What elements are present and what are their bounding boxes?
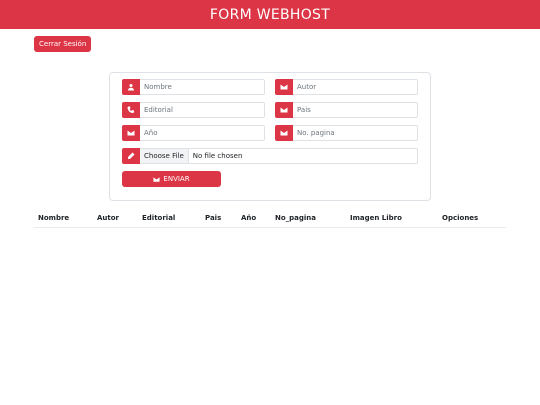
table-header: Nombre Autor Editorial Pais Año No_pagin… [34,210,506,228]
file-status: No file chosen [192,152,243,160]
column-header-anio: Año [241,214,257,222]
column-header-imagen-libro: Imagen Libro [350,214,402,222]
no-pagina-input[interactable] [293,125,418,141]
phone-icon [122,102,140,118]
nombre-group [122,79,265,95]
column-header-opciones: Opciones [442,214,479,222]
submit-button[interactable]: ENVIAR [122,171,221,187]
submit-label: ENVIAR [163,175,190,183]
choose-file-button[interactable]: Choose File [140,149,189,163]
pais-input[interactable] [293,102,418,118]
column-header-autor: Autor [97,214,120,222]
envelope-icon [153,176,160,182]
pais-group [275,102,418,118]
column-header-pais: Pais [205,214,222,222]
nombre-input[interactable] [140,79,265,95]
autor-input[interactable] [293,79,418,95]
editorial-input[interactable] [140,102,265,118]
anio-group [122,125,265,141]
no-pagina-group [275,125,418,141]
navbar: FORM WEBHOST [0,0,540,29]
navbar-brand[interactable]: FORM WEBHOST [210,7,330,23]
column-header-editorial: Editorial [142,214,176,222]
file-input[interactable]: Choose File No file chosen [140,148,418,164]
pencil-icon [122,148,140,164]
anio-input[interactable] [140,125,265,141]
envelope-icon [122,125,140,141]
envelope-icon [275,102,293,118]
column-header-no-pagina: No_pagina [275,214,317,222]
logout-button[interactable]: Cerrar Sesión [34,36,92,52]
imagen-group: Choose File No file chosen [122,148,418,164]
envelope-icon [275,79,293,95]
column-header-nombre: Nombre [38,214,70,222]
editorial-group [122,102,265,118]
autor-group [275,79,418,95]
envelope-icon [275,125,293,141]
person-icon [122,79,140,95]
